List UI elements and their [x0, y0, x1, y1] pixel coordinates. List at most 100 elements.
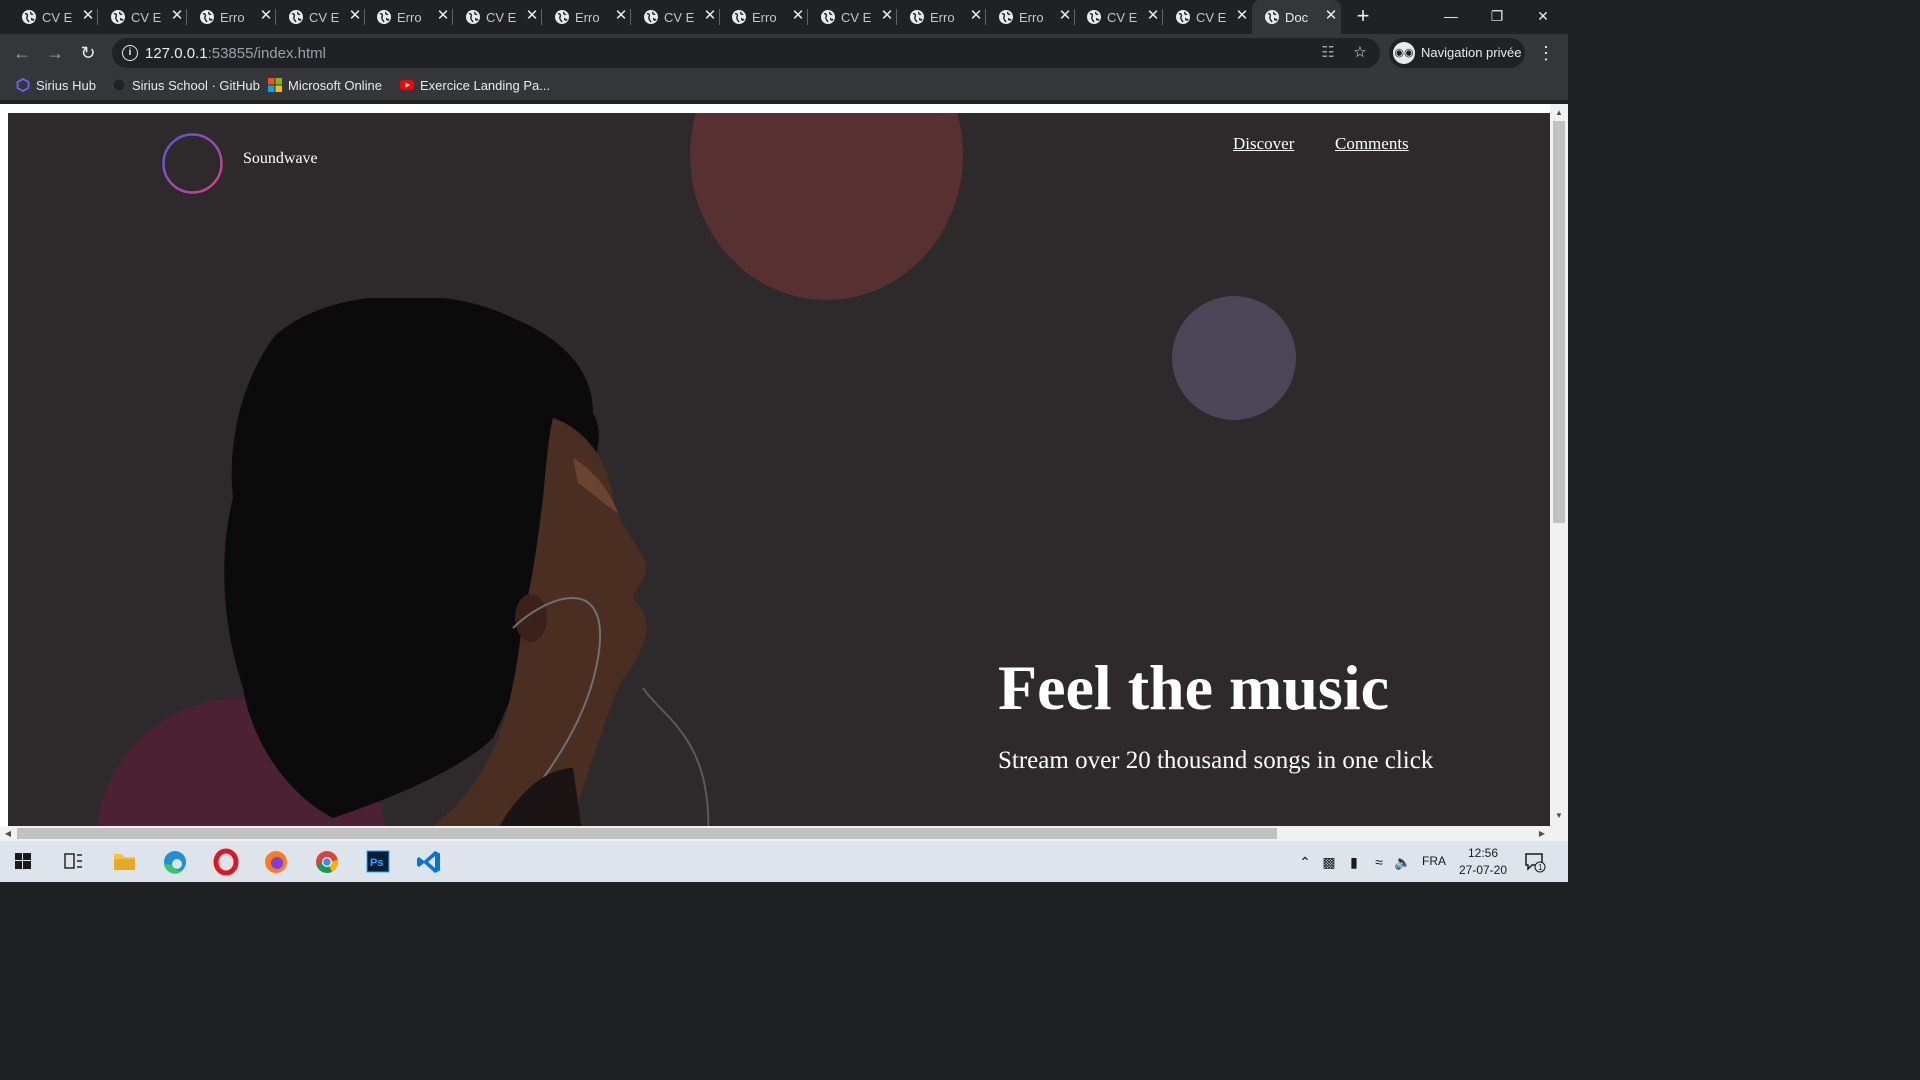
scroll-right-icon[interactable]: ▶	[1537, 828, 1547, 839]
soundwave-logo-icon[interactable]	[162, 133, 223, 194]
browser-tab[interactable]: Erro ✕	[986, 0, 1075, 34]
clock-date: 27-07-20	[1458, 863, 1508, 877]
scroll-up-icon[interactable]: ▲	[1554, 108, 1564, 118]
wifi-icon[interactable]: ≈	[1370, 853, 1388, 871]
landing-page: Soundwave Discover Comments Feel the mus…	[8, 113, 1550, 826]
reload-icon[interactable]: ↻	[74, 39, 102, 67]
browser-tab[interactable]: CV E ✕	[1163, 0, 1252, 34]
globe-icon	[644, 10, 658, 24]
nav-link-discover[interactable]: Discover	[1233, 134, 1294, 154]
bookmark-star-icon[interactable]: ☆	[1351, 44, 1369, 62]
tab-title: CV E	[841, 10, 872, 25]
browser-tab[interactable]: Erro ✕	[542, 0, 631, 34]
minimize-button[interactable]: —	[1428, 0, 1474, 32]
tab-close-icon[interactable]: ✕	[169, 8, 185, 24]
browser-tab[interactable]: CV E ✕	[631, 0, 720, 34]
tab-close-icon[interactable]: ✕	[790, 8, 806, 24]
tab-close-icon[interactable]: ✕	[613, 8, 629, 24]
tab-title: Erro	[397, 10, 422, 25]
hero-subtitle: Stream over 20 thousand songs in one cli…	[998, 747, 1434, 774]
edge-icon[interactable]	[152, 841, 198, 882]
close-window-button[interactable]: ✕	[1520, 0, 1566, 32]
show-hidden-icons-icon[interactable]: ⌃	[1296, 853, 1314, 871]
tab-close-icon[interactable]: ✕	[702, 8, 718, 24]
incognito-icon: ◉◉	[1393, 42, 1415, 64]
battery-icon[interactable]: ▮	[1345, 853, 1363, 871]
globe-icon	[732, 10, 746, 24]
tab-title: Erro	[220, 10, 245, 25]
scroll-left-icon[interactable]: ◀	[3, 828, 13, 839]
globe-icon	[555, 10, 569, 24]
browser-tab[interactable]: CV E ✕	[453, 0, 542, 34]
vscode-icon[interactable]	[406, 841, 452, 882]
svg-text:Ps: Ps	[370, 857, 383, 869]
tab-close-icon[interactable]: ✕	[879, 8, 895, 24]
windows-start-icon[interactable]	[0, 841, 46, 882]
file-explorer-icon[interactable]	[101, 841, 147, 882]
address-bar[interactable]: i 127.0.0.1:53855/index.html ☷ ☆	[112, 38, 1380, 68]
tab-close-icon[interactable]: ✕	[347, 8, 363, 24]
action-center-icon[interactable]: 1	[1524, 851, 1546, 873]
nav-link-comments[interactable]: Comments	[1335, 134, 1409, 154]
browser-tab[interactable]: Erro ✕	[897, 0, 986, 34]
firefox-icon[interactable]	[253, 841, 299, 882]
scroll-down-icon[interactable]: ▼	[1554, 811, 1564, 821]
browser-tab[interactable]: Doc ✕	[1252, 0, 1341, 34]
tab-title: Erro	[1019, 10, 1044, 25]
browser-tab[interactable]: Erro ✕	[719, 0, 808, 34]
bookmark-label: Microsoft Online	[288, 78, 382, 93]
tab-close-icon[interactable]: ✕	[258, 8, 274, 24]
tab-close-icon[interactable]: ✕	[1323, 8, 1339, 24]
bookmark-sirius-github[interactable]: Sirius School · GitHub	[112, 77, 260, 95]
tab-close-icon[interactable]: ✕	[968, 8, 984, 24]
globe-icon	[200, 10, 214, 24]
new-tab-button[interactable]: +	[1352, 5, 1374, 28]
browser-menu-icon[interactable]: ⋮	[1534, 39, 1558, 67]
translate-icon[interactable]: ☷	[1319, 44, 1337, 62]
incognito-indicator[interactable]: ◉◉ Navigation privée	[1389, 38, 1525, 68]
restore-button[interactable]: ❐	[1474, 0, 1520, 32]
bookmark-exercice-landing[interactable]: Exercice Landing Pa...	[400, 77, 550, 95]
vertical-scrollbar[interactable]: ▲ ▼	[1550, 104, 1568, 826]
browser-tab[interactable]: CV E ✕	[98, 0, 187, 34]
tab-title: Erro	[930, 10, 955, 25]
globe-icon	[1265, 10, 1279, 24]
language-indicator[interactable]: FRA	[1422, 854, 1446, 868]
browser-tab[interactable]: CV E ✕	[808, 0, 897, 34]
forward-icon[interactable]: →	[41, 39, 69, 67]
tab-close-icon[interactable]: ✕	[524, 8, 540, 24]
tab-close-icon[interactable]: ✕	[1145, 8, 1161, 24]
horizontal-scrollbar[interactable]: ◀ ▶	[0, 826, 1568, 841]
back-icon[interactable]: ←	[8, 39, 36, 67]
tab-close-icon[interactable]: ✕	[435, 8, 451, 24]
tab-close-icon[interactable]: ✕	[80, 8, 96, 24]
url-text[interactable]: 127.0.0.1:53855/index.html	[145, 45, 326, 62]
incognito-label: Navigation privée	[1421, 45, 1522, 60]
horizontal-scroll-thumb[interactable]	[17, 828, 1277, 839]
site-info-icon[interactable]: i	[122, 45, 138, 61]
browser-tab[interactable]: CV E ✕	[276, 0, 365, 34]
tab-close-icon[interactable]: ✕	[1057, 8, 1073, 24]
photoshop-icon[interactable]: Ps	[355, 841, 401, 882]
opera-icon[interactable]	[203, 841, 249, 882]
bookmark-microsoft-online[interactable]: Microsoft Online	[268, 77, 382, 95]
tab-title: Erro	[752, 10, 777, 25]
microsoft-icon	[268, 78, 282, 92]
vertical-scroll-thumb[interactable]	[1553, 121, 1565, 523]
tab-title: CV E	[1196, 10, 1227, 25]
decorative-circle-red	[690, 113, 963, 300]
browser-tab[interactable]: Erro ✕	[187, 0, 276, 34]
decorative-circle-slate	[1172, 296, 1296, 420]
bookmark-sirius-hub[interactable]: Sirius Hub	[16, 77, 96, 95]
task-view-icon[interactable]	[50, 841, 96, 882]
globe-icon	[377, 10, 391, 24]
browser-tab[interactable]: CV E ✕	[9, 0, 98, 34]
network-status-icon[interactable]: ▩	[1320, 853, 1338, 871]
globe-icon	[999, 10, 1013, 24]
chrome-icon[interactable]	[304, 841, 350, 882]
volume-icon[interactable]: 🔈	[1394, 853, 1412, 871]
browser-tab[interactable]: Erro ✕	[364, 0, 453, 34]
browser-tab[interactable]: CV E ✕	[1074, 0, 1163, 34]
system-clock[interactable]: 12:56 27-07-20	[1452, 845, 1514, 879]
tab-close-icon[interactable]: ✕	[1234, 8, 1250, 24]
